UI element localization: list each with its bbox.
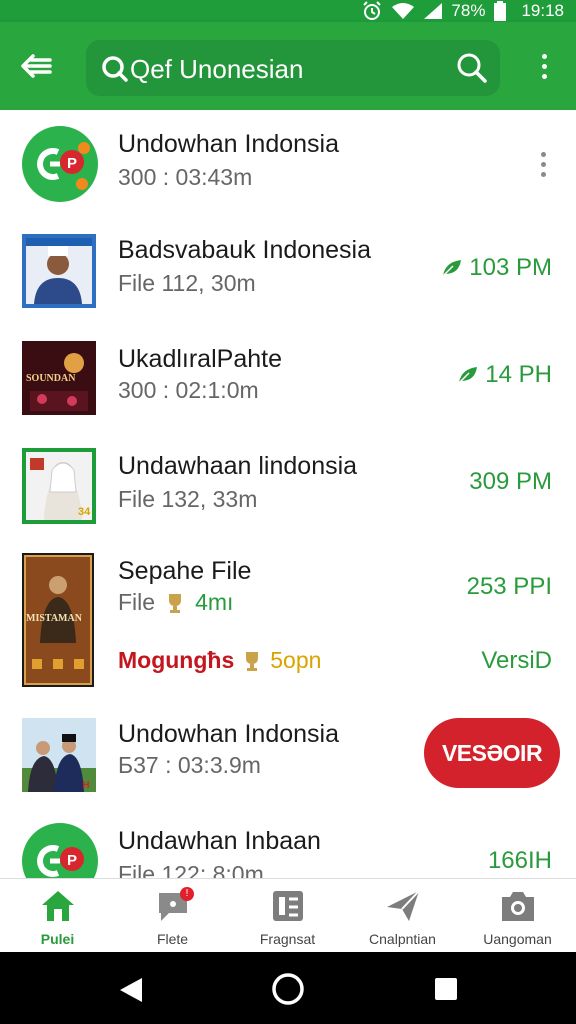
item-thumbnail: MISTAMAN (22, 553, 94, 687)
item-title: Undawhaan lindonsia (118, 452, 358, 480)
search-q-icon (102, 56, 128, 82)
search-field[interactable]: Qef Unonesian (86, 40, 500, 96)
item-title: Undawhan Inbaan (118, 827, 321, 855)
bottom-navigation: Pulei ! Flete Fragnsat Cnalpntian Uangom… (0, 878, 576, 953)
item-time: 309 PM (469, 468, 552, 495)
item-thumbnail: 34 (22, 448, 96, 524)
battery-icon (494, 1, 507, 21)
app-bar: Qef Unonesian (0, 22, 576, 110)
svg-text:H: H (82, 780, 89, 791)
list-item[interactable]: P Undowhan Indonsia 300 : 03:43m (0, 110, 576, 220)
overflow-menu-button[interactable] (532, 50, 556, 82)
item-thumbnail: SOUNDAN (22, 341, 96, 415)
nav-chat[interactable]: ! Flete (115, 879, 230, 953)
signal-icon (424, 3, 443, 19)
item-time: 103 PM (441, 254, 552, 282)
back-arrow-icon (21, 54, 52, 78)
nav-home[interactable]: Pulei (0, 879, 115, 953)
list-item[interactable]: 34 Undawhaan lindonsia File 132, 33m 309… (0, 432, 576, 539)
item-subtitle: Б37 : 03:3.9m (118, 752, 261, 778)
svg-text:P: P (67, 852, 77, 869)
trophy-icon (246, 651, 259, 671)
list-item[interactable]: H Undowhan Indonsia Б37 : 03:3.9m VESƏOI… (0, 702, 576, 811)
nav-label: Pulei (40, 931, 75, 947)
app-logo-icon: P (22, 126, 98, 202)
nav-label: Fragnsat (259, 931, 316, 947)
item-title: Badsvabauk Indonesia (118, 236, 371, 264)
item-title: Undowhan Indonsia (118, 130, 339, 158)
item-subtitle: File 132, 33m (118, 486, 258, 512)
alarm-icon (363, 1, 382, 20)
item-title: Undowhan Indonsia (118, 720, 339, 748)
file-icon (273, 891, 303, 921)
leaf-icon (442, 260, 462, 277)
item-thumbnail: H (22, 718, 96, 792)
item-tagline: Mogungħs 5opn (118, 647, 322, 673)
back-button[interactable] (14, 48, 58, 84)
item-subtitle: 300 : 03:43m (118, 164, 253, 190)
status-bar: 78% 19:18 (0, 0, 576, 22)
version-button[interactable]: VESƏOIR (424, 718, 560, 788)
trophy-icon (169, 593, 182, 613)
nav-label: Uangoman (483, 931, 552, 947)
list-item[interactable]: Badsvabauk Indonesia File 112, 30m 103 P… (0, 218, 576, 327)
nav-label: Cnalpntian (369, 931, 436, 947)
search-icon[interactable] (456, 52, 488, 84)
send-icon (387, 890, 420, 921)
nav-camera[interactable]: Uangoman (460, 879, 575, 953)
nav-files[interactable]: Fragnsat (230, 879, 345, 953)
list-item[interactable]: MISTAMAN Sepahe File File 4mı 253 PPI Mo… (0, 537, 576, 704)
list-item[interactable]: SOUNDAN UkadlıralPahte 300 : 02:1:0m 14 … (0, 325, 576, 434)
list-item[interactable]: P Undawhan Inbaan File 122: 8:0m 166IH (0, 809, 576, 878)
thumbnail-caption: 34 (78, 506, 91, 518)
wifi-icon (392, 3, 415, 19)
home-circle-icon[interactable] (271, 972, 305, 1006)
item-title: UkadlıralPahte (118, 345, 282, 373)
item-time: 14 PH (457, 361, 552, 389)
search-query-text: Qef Unonesian (130, 54, 304, 84)
home-icon (42, 891, 74, 921)
thumbnail-caption: MISTAMAN (26, 613, 82, 624)
item-thumbnail (22, 234, 96, 308)
item-subtitle: File 112, 30m (118, 270, 256, 296)
file-list: P Undowhan Indonsia 300 : 03:43m Badsvab… (0, 110, 576, 878)
camera-icon (502, 892, 534, 921)
item-subtitle: File 4mı (118, 589, 234, 615)
back-triangle-icon[interactable] (118, 976, 144, 1004)
battery-percent: 78% (451, 1, 486, 20)
app-logo-icon: P (22, 823, 98, 878)
notification-badge: ! (180, 887, 194, 901)
item-time: 166IH (487, 847, 552, 874)
thumbnail-caption: SOUNDAN (26, 373, 76, 384)
nav-send[interactable]: Cnalpntian (345, 879, 460, 953)
leaf-icon (458, 367, 478, 384)
recents-square-icon[interactable] (434, 977, 458, 1001)
item-time: 253 PPI (466, 573, 552, 600)
item-subtitle: 300 : 02:1:0m (118, 377, 259, 403)
item-title: Sepahe File (118, 557, 252, 585)
clock-time: 19:18 (521, 1, 564, 20)
svg-text:P: P (67, 155, 77, 172)
item-subtitle: File 122: 8:0m (118, 861, 264, 878)
system-navigation-bar (0, 952, 576, 1024)
item-version: VersiD (481, 647, 552, 674)
item-menu-button[interactable] (541, 152, 546, 177)
nav-label: Flete (156, 931, 189, 947)
